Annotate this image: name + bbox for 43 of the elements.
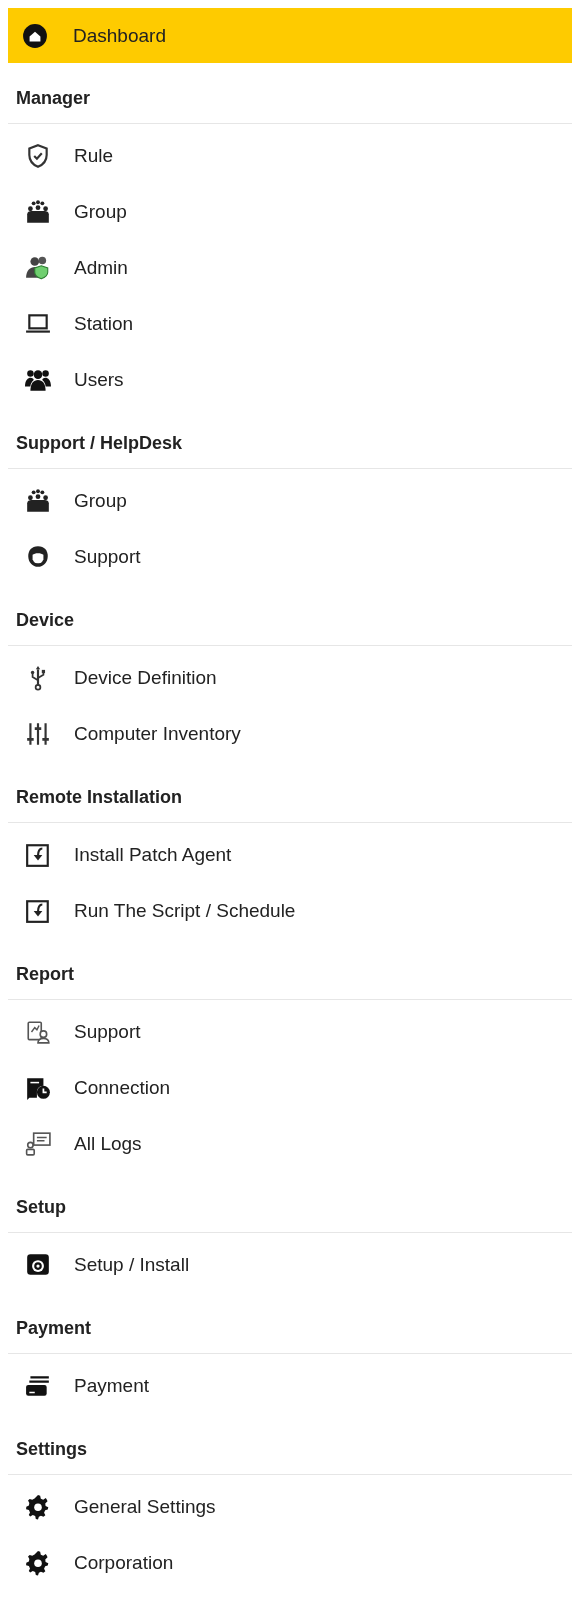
menu-item[interactable]: Connection — [8, 1060, 572, 1116]
section-heading: Support / HelpDesk — [8, 408, 572, 469]
section-heading: Payment — [8, 1293, 572, 1354]
menu-item[interactable]: Rule — [8, 128, 572, 184]
section-heading: Remote Installation — [8, 762, 572, 823]
menu-item[interactable]: Station — [8, 296, 572, 352]
section-heading: Manager — [8, 63, 572, 124]
presentation-user-icon — [25, 1131, 51, 1157]
user-shield-icon — [25, 255, 51, 281]
dashboard-menu-item[interactable]: Dashboard — [8, 8, 572, 63]
download-box-icon — [25, 842, 51, 868]
menu-item[interactable]: Support — [8, 529, 572, 585]
sliders-icon — [25, 721, 51, 747]
section-heading: Report — [8, 939, 572, 1000]
menu-item[interactable]: Setup / Install — [8, 1237, 572, 1293]
calendar-clock-icon — [25, 1075, 51, 1101]
credit-cards-icon — [25, 1373, 51, 1399]
section-heading: Device — [8, 585, 572, 646]
users-icon — [25, 367, 51, 393]
settings-icon — [25, 1494, 51, 1520]
menu-item[interactable]: Group — [8, 473, 572, 529]
shield-check-icon — [25, 143, 51, 169]
section-heading: Setup — [8, 1172, 572, 1233]
menu-item[interactable]: Admin — [8, 240, 572, 296]
menu-item[interactable]: All Logs — [8, 1116, 572, 1172]
menu-item[interactable]: Payment — [8, 1358, 572, 1414]
menu-item[interactable]: Install Patch Agent — [8, 827, 572, 883]
home-icon — [22, 22, 48, 49]
people-group-icon — [25, 488, 51, 514]
download-box-icon — [25, 898, 51, 924]
clipboard-user-icon — [25, 1019, 51, 1045]
menu-item[interactable]: Device Definition — [8, 650, 572, 706]
menu-item[interactable]: Run The Script / Schedule — [8, 883, 572, 939]
menu-item[interactable]: Users — [8, 352, 572, 408]
section-heading: Settings — [8, 1414, 572, 1475]
menu-item[interactable]: General Settings — [8, 1479, 572, 1535]
menu-item[interactable]: Support — [8, 1004, 572, 1060]
people-group-icon — [25, 199, 51, 225]
menu-item[interactable]: Corporation — [8, 1535, 572, 1591]
menu-item[interactable]: Group — [8, 184, 572, 240]
headset-person-icon — [25, 544, 51, 570]
menu-item[interactable]: Computer Inventory — [8, 706, 572, 762]
settings-icon — [25, 1550, 51, 1576]
